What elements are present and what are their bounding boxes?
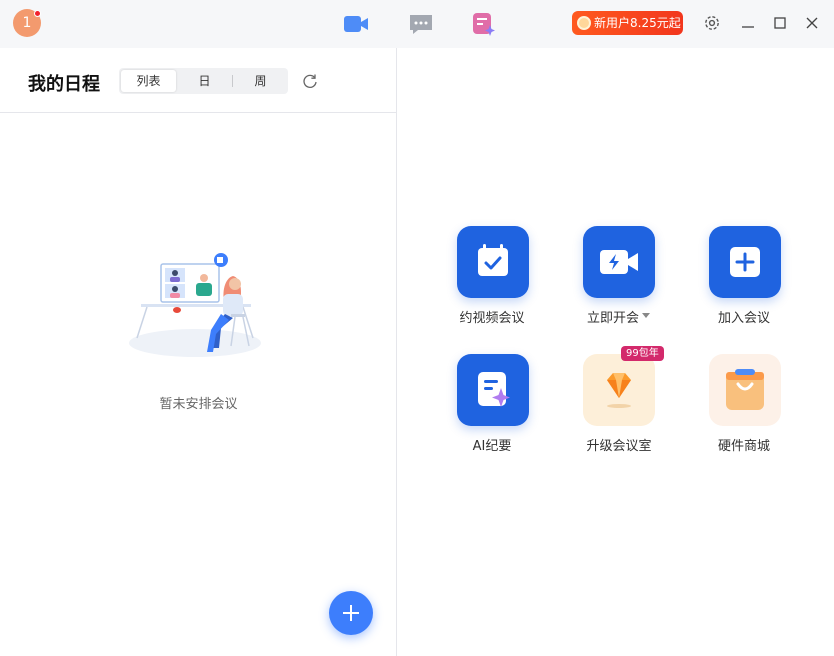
schedule-meeting-button[interactable] (457, 226, 529, 298)
hardware-store-label: 硬件商城 (717, 439, 770, 454)
promo-label: 新用户8.25元起 (594, 16, 681, 30)
chevron-down-icon[interactable] (642, 313, 650, 318)
ai-notes-label: AI纪要 (472, 439, 512, 454)
start-meeting-label: 立即开会 (586, 311, 639, 326)
add-schedule-button[interactable] (329, 591, 373, 635)
avatar-initial: 1 (22, 15, 32, 31)
hardware-store-button[interactable] (709, 354, 781, 426)
video-camera-icon (600, 250, 638, 274)
shopping-bag-icon (726, 369, 764, 410)
start-meeting-button[interactable] (583, 226, 655, 298)
ai-notes-icon[interactable] (471, 12, 497, 36)
header-divider (0, 112, 397, 113)
title-bar: 1 新用户8.25元起 (0, 0, 834, 48)
maximize-icon[interactable] (771, 14, 789, 32)
refresh-icon[interactable] (302, 73, 318, 89)
new-user-promo[interactable]: 新用户8.25元起 (572, 11, 683, 35)
join-meeting-label: 加入会议 (717, 311, 770, 326)
chat-icon[interactable] (408, 12, 434, 36)
view-switcher: 列表 日 周 (119, 68, 288, 94)
empty-state-text: 暂未安排会议 (159, 397, 238, 412)
video-icon[interactable] (343, 12, 369, 36)
settings-icon[interactable] (703, 14, 721, 32)
plus-icon (343, 605, 359, 621)
plus-square-icon (730, 247, 760, 277)
quick-actions-panel: 约视频会议 立即开会 加入会议 AI纪要 99包年 升级会议室 硬件商城 (398, 48, 834, 656)
tab-list[interactable]: 列表 (121, 70, 176, 92)
calendar-check-icon (478, 244, 508, 276)
ai-notes-button[interactable] (457, 354, 529, 426)
empty-schedule-illustration (129, 253, 261, 357)
tab-week[interactable]: 周 (233, 70, 288, 92)
notification-dot (34, 10, 41, 17)
coin-icon (577, 16, 591, 30)
minimize-icon[interactable] (739, 14, 757, 32)
promo-badge: 99包年 (621, 346, 664, 361)
schedule-meeting-label: 约视频会议 (459, 311, 525, 326)
ai-notes-icon (478, 372, 510, 407)
upgrade-room-label: 升级会议室 (586, 439, 652, 454)
join-meeting-button[interactable] (709, 226, 781, 298)
schedule-panel: 我的日程 列表 日 周 暂未安排会议 (0, 48, 397, 656)
tab-day[interactable]: 日 (177, 70, 232, 92)
page-title: 我的日程 (28, 74, 100, 95)
diamond-icon (607, 373, 631, 408)
meeting-app-window: 1 新用户8.25元起 我的日程 列表 日 周 暂未安排会议 约视频会议 立即开… (0, 0, 834, 656)
upgrade-room-button[interactable] (583, 354, 655, 426)
close-icon[interactable] (803, 14, 821, 32)
